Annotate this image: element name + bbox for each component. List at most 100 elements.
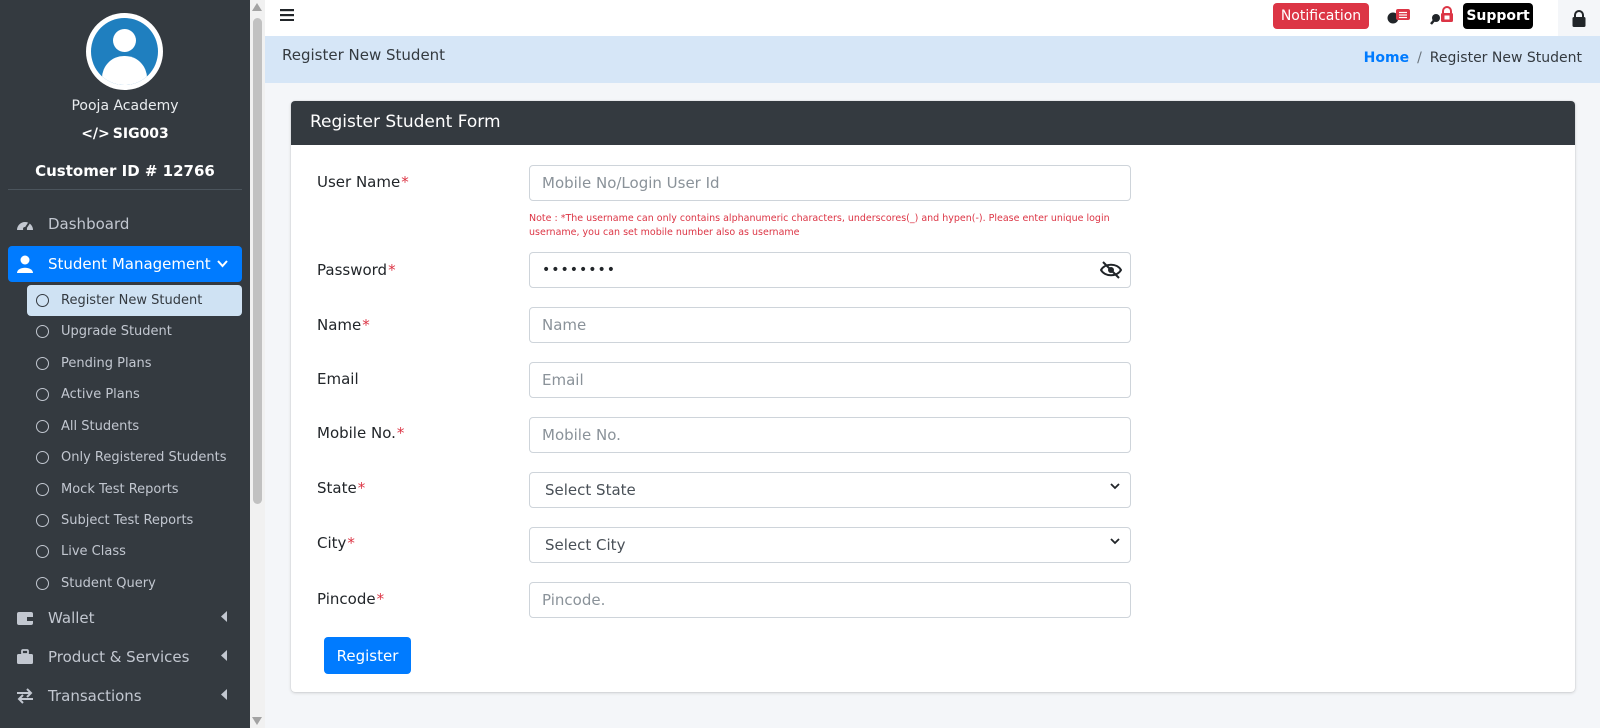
sidebar-item-label: Transactions [48, 687, 142, 705]
scroll-up-arrow-icon[interactable] [252, 3, 262, 11]
content-header: Register New Student Home / Register New… [265, 36, 1600, 83]
scrollbar-thumb[interactable] [253, 18, 262, 504]
circle-icon [36, 420, 49, 433]
name-input[interactable]: Name [529, 307, 1131, 343]
circle-icon [36, 325, 49, 338]
card-header: Register Student Form [291, 101, 1575, 145]
city-label-text: City [317, 534, 347, 552]
name-label-text: Name [317, 316, 362, 334]
avatar[interactable] [86, 13, 163, 90]
register-button[interactable]: Register [324, 637, 411, 674]
messages-icon[interactable] [1386, 6, 1412, 26]
customer-id: Customer ID # 12766 [35, 162, 215, 180]
email-input[interactable]: Email [529, 362, 1131, 398]
sidebar-item-label: Dashboard [48, 215, 130, 233]
pincode-input[interactable]: Pincode. [529, 582, 1131, 618]
sidebar-subitem-student-query[interactable]: Student Query [27, 568, 242, 599]
user-icon [14, 254, 36, 274]
mobile-placeholder: Mobile No. [542, 426, 621, 444]
sidebar-subitem-label: Pending Plans [61, 356, 152, 371]
password-value: •••••••• [542, 262, 617, 278]
sidebar-subitem-subject-test-reports[interactable]: Subject Test Reports [27, 505, 242, 536]
sidebar-divider [8, 189, 242, 190]
org-code-text: SIG003 [112, 126, 169, 142]
sidebar-item-wallet[interactable]: Wallet [8, 600, 242, 636]
code-icon: </> [81, 126, 110, 142]
org-code: </> SIG003 [0, 126, 250, 142]
sidebar-item-transactions[interactable]: Transactions [8, 678, 242, 714]
required-mark: * [396, 424, 405, 442]
sidebar-subitem-pending-plans[interactable]: Pending Plans [27, 348, 242, 379]
sidebar-item-label: Wallet [48, 609, 95, 627]
city-label: City* [317, 534, 355, 552]
city-select[interactable]: Select City [529, 527, 1131, 563]
sidebar-subitem-label: Mock Test Reports [61, 482, 179, 497]
dashboard-icon [14, 214, 36, 234]
key-lock-icon[interactable] [1429, 6, 1455, 26]
eye-slash-icon[interactable] [1099, 261, 1123, 283]
circle-icon [36, 577, 49, 590]
breadcrumb-current: Register New Student [1429, 50, 1582, 66]
sidebar-item-dashboard[interactable]: Dashboard [8, 206, 242, 242]
scroll-down-arrow-icon[interactable] [252, 717, 262, 725]
email-placeholder: Email [542, 371, 584, 389]
sidebar-subitem-label: All Students [61, 419, 140, 434]
sidebar-subitem-only-registered-students[interactable]: Only Registered Students [27, 442, 242, 473]
state-label: State* [317, 479, 365, 497]
username-note: Note : *The username can only contains a… [529, 213, 1110, 238]
sidebar-subitem-all-students[interactable]: All Students [27, 411, 242, 442]
sidebar-item-student-management[interactable]: Student Management [8, 246, 242, 282]
sidebar-subitem-label: Upgrade Student [61, 324, 172, 339]
username-placeholder: Mobile No/Login User Id [542, 174, 720, 192]
notification-button[interactable]: Notification [1273, 3, 1369, 29]
required-mark: * [388, 261, 396, 279]
sidebar-subitem-upgrade-student[interactable]: Upgrade Student [27, 316, 242, 347]
sidebar-subitem-label: Subject Test Reports [61, 513, 194, 528]
name-placeholder: Name [542, 316, 587, 334]
circle-icon [36, 514, 49, 527]
state-select[interactable]: Select State [529, 472, 1131, 508]
circle-icon [36, 388, 49, 401]
breadcrumb: Home / Register New Student [1364, 50, 1582, 66]
page-title: Register New Student [282, 46, 446, 64]
exchange-icon [14, 686, 36, 706]
circle-icon [36, 483, 49, 496]
city-selected-value: Select City [545, 536, 626, 554]
user-avatar-icon [91, 18, 158, 85]
sidebar-subitem-mock-test-reports[interactable]: Mock Test Reports [27, 474, 242, 505]
circle-icon [36, 357, 49, 370]
required-mark: * [357, 479, 366, 497]
mobile-input[interactable]: Mobile No. [529, 417, 1131, 453]
username-input[interactable]: Mobile No/Login User Id [529, 165, 1131, 201]
lock-icon[interactable] [1558, 0, 1600, 36]
breadcrumb-home-link[interactable]: Home [1364, 50, 1409, 66]
password-label-text: Password [317, 261, 388, 279]
sidebar-subitem-live-class[interactable]: Live Class [27, 536, 242, 567]
chevron-down-icon [217, 258, 228, 271]
chevron-left-icon [220, 689, 228, 703]
sidebar-subitem-active-plans[interactable]: Active Plans [27, 379, 242, 410]
chevron-left-icon [220, 650, 228, 664]
password-input[interactable]: •••••••• [529, 252, 1131, 288]
sidebar-subitem-label: Register New Student [61, 293, 203, 308]
sidebar-subitem-register-new-student[interactable]: Register New Student [27, 285, 242, 316]
sidebar-item-product-services[interactable]: Product & Services [8, 639, 242, 675]
required-mark: * [401, 173, 409, 191]
circle-icon [36, 451, 49, 464]
sidebar-item-label: Student Management [48, 255, 211, 273]
sidebar-scrollbar[interactable] [250, 0, 265, 728]
wallet-icon [14, 608, 36, 628]
required-mark: * [376, 590, 385, 608]
pincode-label: Pincode* [317, 590, 384, 608]
sidebar-subitem-label: Student Query [61, 576, 156, 591]
chevron-down-icon [1110, 482, 1120, 493]
briefcase-icon [14, 647, 36, 667]
circle-icon [36, 545, 49, 558]
hamburger-menu-icon[interactable] [280, 6, 294, 26]
circle-icon [36, 294, 49, 307]
required-mark: * [347, 534, 355, 552]
state-label-text: State [317, 479, 357, 497]
support-button[interactable]: Support [1463, 3, 1533, 29]
username-label-text: User Name [317, 173, 401, 191]
email-label-text: Email [317, 370, 359, 388]
